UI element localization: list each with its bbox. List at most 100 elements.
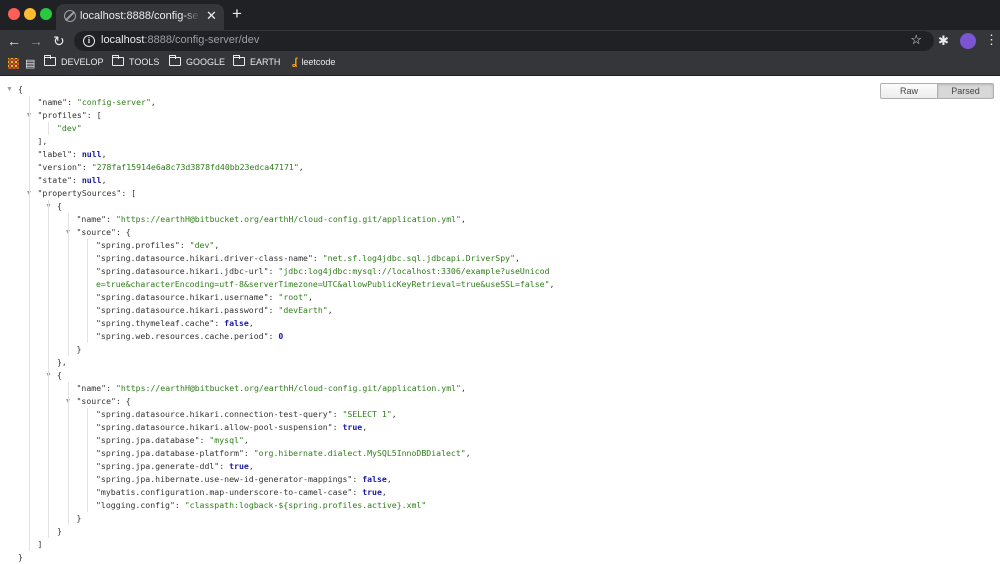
tab-close-button[interactable]: ✕ xyxy=(206,8,217,24)
forward-button[interactable]: → xyxy=(29,32,43,50)
json-brace: { xyxy=(18,84,23,94)
json-line: { xyxy=(18,83,23,96)
indent-guide xyxy=(28,96,30,551)
bookmark-tools[interactable]: TOOLS xyxy=(112,55,159,67)
bookmark-leetcode[interactable]: ʆ leetcode xyxy=(292,57,335,68)
json-key: "spring.jpa.database" xyxy=(96,435,200,445)
profile-avatar[interactable] xyxy=(960,33,976,49)
close-window-button[interactable] xyxy=(8,8,20,20)
json-line: "spring.web.resources.cache.period": 0 xyxy=(96,330,283,343)
json-comma: , xyxy=(248,461,254,471)
json-comma: , xyxy=(461,383,466,393)
tab-title: localhost:8888/config-server/dev xyxy=(80,10,200,24)
json-key: "spring.thymeleaf.cache" xyxy=(96,318,215,328)
json-line: e=true&characterEncoding=utf-8&serverTim… xyxy=(96,278,554,291)
json-line: } xyxy=(57,525,62,538)
json-key: "version" xyxy=(37,162,82,172)
json-key: "state" xyxy=(37,175,73,185)
json-comma: , xyxy=(461,214,466,224)
json-line: "name": "config-server", xyxy=(38,96,156,109)
json-line: "profiles": [ xyxy=(38,109,102,122)
json-line: "spring.jpa.database": "mysql", xyxy=(96,434,249,447)
json-key: "name" xyxy=(37,97,68,107)
folder-icon xyxy=(233,55,245,66)
view-toggle: Raw Parsed xyxy=(880,83,994,99)
json-comma: , xyxy=(150,97,156,107)
json-colon: : xyxy=(268,331,279,341)
raw-button[interactable]: Raw xyxy=(880,83,938,99)
json-colon: : xyxy=(219,461,230,471)
json-line: "propertySources": [ xyxy=(38,187,137,200)
minimize-window-button[interactable] xyxy=(24,8,36,20)
json-line: "mybatis.configuration.map-underscore-to… xyxy=(96,486,387,499)
json-colon: : xyxy=(268,266,279,276)
indent-guide xyxy=(67,382,69,525)
kebab-menu-icon[interactable]: ⋮ xyxy=(985,32,998,48)
reading-list-icon[interactable]: ▤ xyxy=(25,57,35,70)
json-line: "spring.jpa.hibernate.use-new-id-generat… xyxy=(96,473,392,486)
bookmark-earth[interactable]: EARTH xyxy=(233,55,280,67)
json-brace: } xyxy=(76,344,82,354)
json-line: "spring.jpa.database-platform": "org.hib… xyxy=(96,447,471,460)
json-string-value: "dev" xyxy=(57,123,82,133)
address-bar[interactable]: i localhost:8888/config-server/dev ☆ xyxy=(74,31,934,51)
apps-grid-icon[interactable] xyxy=(8,58,19,69)
json-brace: } xyxy=(76,513,82,523)
json-string-value: "config-server" xyxy=(76,97,151,107)
folder-icon xyxy=(112,55,124,66)
json-line: "version": "278faf15914e6a8c73d3878fd40b… xyxy=(38,161,304,174)
json-keyword-value: true xyxy=(342,422,363,432)
browser-toolbar: ← → ↻ i localhost:8888/config-server/dev… xyxy=(0,30,1000,52)
json-colon: : xyxy=(352,474,363,484)
reload-button[interactable]: ↻ xyxy=(53,32,65,50)
folder-icon xyxy=(169,55,181,66)
json-key: "source" xyxy=(76,227,116,237)
bookmark-star-icon[interactable]: ☆ xyxy=(910,32,922,48)
json-colon: : xyxy=(352,487,363,497)
json-line: { xyxy=(57,200,62,213)
json-comma: , xyxy=(214,240,220,250)
info-icon[interactable]: i xyxy=(83,35,95,47)
json-colon: : xyxy=(179,240,190,250)
maximize-window-button[interactable] xyxy=(40,8,52,20)
json-string-value: "devEarth" xyxy=(278,305,328,315)
json-keyword-value: false xyxy=(224,318,249,328)
json-line: "logging.config": "classpath:logback-${s… xyxy=(96,499,426,512)
json-line: "source": { xyxy=(77,226,131,239)
json-comma: , xyxy=(101,175,107,185)
json-comma: , xyxy=(327,305,333,315)
bookmark-google[interactable]: GOOGLE xyxy=(169,55,225,67)
json-string-value: e=true&characterEncoding=utf-8&serverTim… xyxy=(96,279,550,289)
leetcode-icon: ʆ xyxy=(292,57,298,68)
browser-tab[interactable]: localhost:8888/config-server/dev ✕ xyxy=(56,4,224,30)
url-text[interactable]: localhost:8888/config-server/dev xyxy=(101,34,259,46)
json-string-value: "dev" xyxy=(189,240,215,250)
new-tab-button[interactable]: + xyxy=(232,5,242,23)
parsed-button[interactable]: Parsed xyxy=(937,83,994,99)
json-brace: } xyxy=(18,552,23,562)
json-key: "spring.datasource.hikari.jdbc-url" xyxy=(96,266,269,276)
json-string-value: "mysql" xyxy=(209,435,244,445)
json-key: "spring.datasource.hikari.allow-pool-sus… xyxy=(96,422,333,432)
json-line: { xyxy=(57,369,62,382)
json-key: "spring.datasource.hikari.driver-class-n… xyxy=(96,253,313,263)
json-brace: { xyxy=(57,370,62,380)
json-keyword-value: true xyxy=(362,487,382,497)
json-colon: : xyxy=(214,318,225,328)
json-key: "spring.jpa.hibernate.use-new-id-generat… xyxy=(96,474,353,484)
json-key: "spring.datasource.hikari.connection-tes… xyxy=(96,409,333,419)
json-line: "name": "https://earthH@bitbucket.org/ea… xyxy=(77,213,466,226)
collapse-toggle-icon[interactable]: ▼ xyxy=(6,86,13,93)
json-key: "spring.datasource.hikari.password" xyxy=(96,305,269,315)
json-line: "spring.jpa.generate-ddl": true, xyxy=(96,460,254,473)
back-button[interactable]: ← xyxy=(7,32,21,50)
json-line: "spring.datasource.hikari.jdbc-url": "jd… xyxy=(96,265,550,278)
json-colon: : xyxy=(72,149,82,159)
bookmark-develop[interactable]: DEVELOP xyxy=(44,55,104,67)
json-bracket: : [ xyxy=(121,188,137,198)
json-string-value: "SELECT 1" xyxy=(342,409,392,419)
json-colon: : xyxy=(106,214,116,224)
json-line: "source": { xyxy=(77,395,131,408)
json-string-value: "jdbc:log4jdbc:mysql://localhost:3306/ex… xyxy=(278,266,550,276)
extensions-puzzle-icon[interactable]: ✱ xyxy=(938,33,949,49)
